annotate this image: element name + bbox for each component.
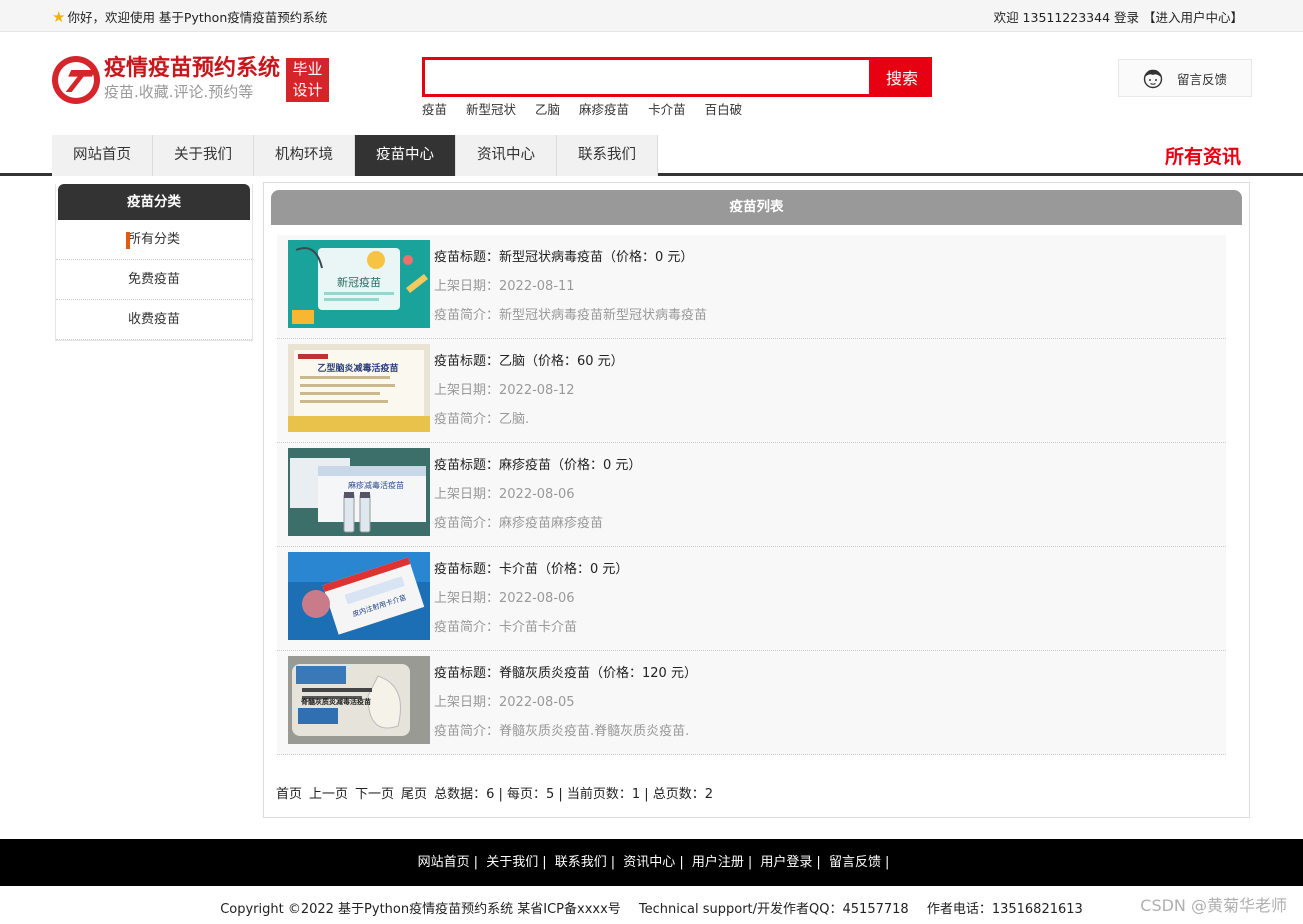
thumb-caption: 麻疹减毒活疫苗 — [348, 480, 404, 490]
footer-link-register[interactable]: 用户注册 — [692, 855, 744, 870]
page-prev-link[interactable]: 上一页 — [309, 783, 348, 802]
list-item[interactable]: 麻疹减毒活疫苗 疫苗标题：麻疹疫苗（价格：0 元） 上架日期：2022-08-0… — [277, 443, 1226, 547]
footer-link-about[interactable]: 关于我们 — [486, 855, 538, 870]
list-item[interactable]: 脊髓灰质炎减毒活疫苗 疫苗标题：脊髓灰质炎疫苗（价格：120 元） 上架日期：2… — [277, 651, 1226, 755]
vaccine-date: 上架日期：2022-08-12 — [434, 383, 575, 398]
vaccine-info: 疫苗标题：麻疹疫苗（价格：0 元） 上架日期：2022-08-06 疫苗简介：麻… — [434, 454, 641, 541]
thumb-caption: 新冠疫苗 — [337, 275, 381, 289]
logo-subtitle: 疫苗.收藏.评论.预约等 — [104, 83, 254, 101]
copyright: Copyright ©2022 基于Python疫情疫苗预约系统 某省ICP备x… — [0, 898, 1303, 917]
hot-keyword[interactable]: 麻疹疫苗 — [579, 99, 629, 118]
vaccine-desc: 疫苗简介：卡介苗卡介苗 — [434, 620, 578, 635]
category-sidebar: 疫苗分类 所有分类 免费疫苗 收费疫苗 — [55, 184, 253, 341]
footer-nav: 网站首页 | 关于我们 | 联系我们 | 资讯中心 | 用户注册 | 用户登录 | 留言反馈… — [0, 839, 1303, 886]
page-first-link[interactable]: 首页 — [276, 783, 302, 802]
vaccine-desc: 疫苗简介：脊髓灰质炎疫苗.脊髓灰质炎疫苗. — [434, 724, 690, 739]
footer-link-news[interactable]: 资讯中心 — [623, 855, 675, 870]
vaccine-date: 上架日期：2022-08-11 — [434, 279, 575, 294]
nav-item-environment[interactable]: 机构环境 — [254, 135, 355, 176]
badge-line2: 设计 — [292, 81, 323, 99]
vaccine-title[interactable]: 疫苗标题：麻疹疫苗（价格：0 元） — [434, 454, 641, 483]
top-bar: ★ 你好，欢迎使用 基于Python疫情疫苗预约系统 欢迎 1351122334… — [0, 0, 1303, 32]
vaccine-thumbnail[interactable]: 脊髓灰质炎减毒活疫苗 — [288, 656, 430, 744]
support-text: Technical support/开发作者QQ：45157718 — [638, 902, 909, 917]
welcome-message: ★ 你好，欢迎使用 基于Python疫情疫苗预约系统 — [52, 7, 327, 26]
logo-title: 疫情疫苗预约系统 — [104, 56, 281, 81]
list-item[interactable]: 新冠疫苗 疫苗标题：新型冠状病毒疫苗（价格：0 元） 上架日期：2022-08-… — [277, 235, 1226, 339]
vaccine-title[interactable]: 疫苗标题：卡介苗（价格：0 元） — [434, 558, 628, 587]
header: 疫情疫苗预约系统 疫苗.收藏.评论.预约等 毕业 设计 搜索 疫苗 新型冠状 乙… — [0, 32, 1303, 132]
vaccine-info: 疫苗标题：乙脑（价格：60 元） 上架日期：2022-08-12 疫苗简介：乙脑… — [434, 350, 624, 437]
vaccine-date: 上架日期：2022-08-05 — [434, 695, 575, 710]
hot-keywords: 疫苗 新型冠状 乙脑 麻疹疫苗 卡介苗 百白破 — [422, 99, 742, 118]
star-icon: ★ — [52, 7, 66, 26]
hot-keyword[interactable]: 疫苗 — [422, 99, 447, 118]
graduation-badge: 毕业 设计 — [286, 58, 330, 102]
vaccine-list: 新冠疫苗 疫苗标题：新型冠状病毒疫苗（价格：0 元） 上架日期：2022-08-… — [277, 235, 1226, 755]
thumb-caption: 脊髓灰质炎减毒活疫苗 — [300, 697, 371, 706]
site-logo[interactable]: 疫情疫苗预约系统 疫苗.收藏.评论.预约等 毕业 设计 — [52, 56, 330, 104]
vaccine-thumbnail[interactable]: 麻疹减毒活疫苗 — [288, 448, 430, 536]
nav-item-about[interactable]: 关于我们 — [153, 135, 254, 176]
vaccine-title[interactable]: 疫苗标题：脊髓灰质炎疫苗（价格：120 元） — [434, 662, 697, 691]
sidebar-item-all[interactable]: 所有分类 — [56, 220, 252, 260]
nav-item-contact[interactable]: 联系我们 — [557, 135, 658, 176]
vaccine-info: 疫苗标题：新型冠状病毒疫苗（价格：0 元） 上架日期：2022-08-11 疫苗… — [434, 246, 707, 333]
nav-item-vaccine-center[interactable]: 疫苗中心 — [355, 135, 456, 176]
list-title: 疫苗列表 — [271, 190, 1242, 225]
vaccine-date: 上架日期：2022-08-06 — [434, 591, 575, 606]
sidebar-item-paid[interactable]: 收费疫苗 — [56, 300, 252, 340]
main-nav: 网站首页 关于我们 机构环境 疫苗中心 资讯中心 联系我们 所有资讯 — [0, 132, 1303, 176]
pagination: 首页 上一页 下一页 尾页 总数据：6 | 每页：5 | 当前页数：1 | 总页… — [276, 783, 713, 802]
hot-keyword[interactable]: 百白破 — [705, 99, 743, 118]
all-news-link[interactable]: 所有资讯 — [1165, 142, 1241, 169]
sidebar-title: 疫苗分类 — [58, 184, 250, 220]
search-button[interactable]: 搜索 — [872, 57, 932, 97]
search-bar: 搜索 — [422, 57, 932, 97]
copyright-text: Copyright ©2022 基于Python疫情疫苗预约系统 某省ICP备x… — [220, 902, 621, 917]
vaccine-list-panel: 疫苗列表 新冠疫苗 疫苗标题：新型冠状病毒疫苗（价格：0 元） 上架日期：202… — [263, 182, 1250, 818]
footer-link-login[interactable]: 用户登录 — [760, 855, 812, 870]
nav-item-home[interactable]: 网站首页 — [52, 135, 153, 176]
sidebar-item-free[interactable]: 免费疫苗 — [56, 260, 252, 300]
hot-keyword[interactable]: 新型冠状 — [466, 99, 516, 118]
phone-text: 作者电话：13516821613 — [926, 902, 1083, 917]
vaccine-title[interactable]: 疫苗标题：乙脑（价格：60 元） — [434, 350, 624, 379]
vaccine-thumbnail[interactable]: 皮内注射用卡介苗 — [288, 552, 430, 640]
feedback-label: 留言反馈 — [1177, 71, 1228, 87]
thumb-caption: 乙型脑炎减毒活疫苗 — [317, 362, 398, 374]
welcome-text: 你好，欢迎使用 基于Python疫情疫苗预约系统 — [67, 10, 328, 25]
vaccine-info: 疫苗标题：脊髓灰质炎疫苗（价格：120 元） 上架日期：2022-08-05 疫… — [434, 662, 697, 749]
user-area: 欢迎 13511223344 登录 【进入用户中心】 — [994, 7, 1243, 26]
vaccine-desc: 疫苗简介：新型冠状病毒疫苗新型冠状病毒疫苗 — [434, 308, 708, 323]
page-summary: 总数据：6 | 每页：5 | 当前页数：1 | 总页数：2 — [434, 787, 714, 802]
hot-keyword[interactable]: 卡介苗 — [648, 99, 686, 118]
vaccine-title[interactable]: 疫苗标题：新型冠状病毒疫苗（价格：0 元） — [434, 246, 707, 275]
page-last-link[interactable]: 尾页 — [401, 783, 427, 802]
footer-link-contact[interactable]: 联系我们 — [555, 855, 607, 870]
footer-link-feedback[interactable]: 留言反馈 — [829, 855, 881, 870]
watermark: CSDN @黄菊华老师 — [1140, 896, 1287, 915]
user-greeting: 欢迎 13511223344 登录 — [993, 10, 1139, 25]
footer-link-home[interactable]: 网站首页 — [418, 855, 470, 870]
badge-line1: 毕业 — [292, 60, 323, 78]
vaccine-thumbnail[interactable]: 乙型脑炎减毒活疫苗 — [288, 344, 430, 432]
search-input[interactable] — [422, 57, 872, 97]
feedback-button[interactable]: 留言反馈 — [1118, 59, 1252, 97]
hot-keyword[interactable]: 乙脑 — [535, 99, 560, 118]
vaccine-desc: 疫苗简介：麻疹疫苗麻疹疫苗 — [434, 516, 604, 531]
user-center-link[interactable]: 【进入用户中心】 — [1143, 10, 1243, 25]
nav-item-news-center[interactable]: 资讯中心 — [456, 135, 557, 176]
list-item[interactable]: 皮内注射用卡介苗 疫苗标题：卡介苗（价格：0 元） 上架日期：2022-08-0… — [277, 547, 1226, 651]
face-icon — [1143, 69, 1163, 89]
vaccine-date: 上架日期：2022-08-06 — [434, 487, 575, 502]
vaccine-desc: 疫苗简介：乙脑. — [434, 412, 530, 427]
vaccine-info: 疫苗标题：卡介苗（价格：0 元） 上架日期：2022-08-06 疫苗简介：卡介… — [434, 558, 628, 645]
page-next-link[interactable]: 下一页 — [355, 783, 394, 802]
vaccine-thumbnail[interactable]: 新冠疫苗 — [288, 240, 430, 328]
logo-mark-icon — [52, 56, 100, 104]
list-item[interactable]: 乙型脑炎减毒活疫苗 疫苗标题：乙脑（价格：60 元） 上架日期：2022-08-… — [277, 339, 1226, 443]
